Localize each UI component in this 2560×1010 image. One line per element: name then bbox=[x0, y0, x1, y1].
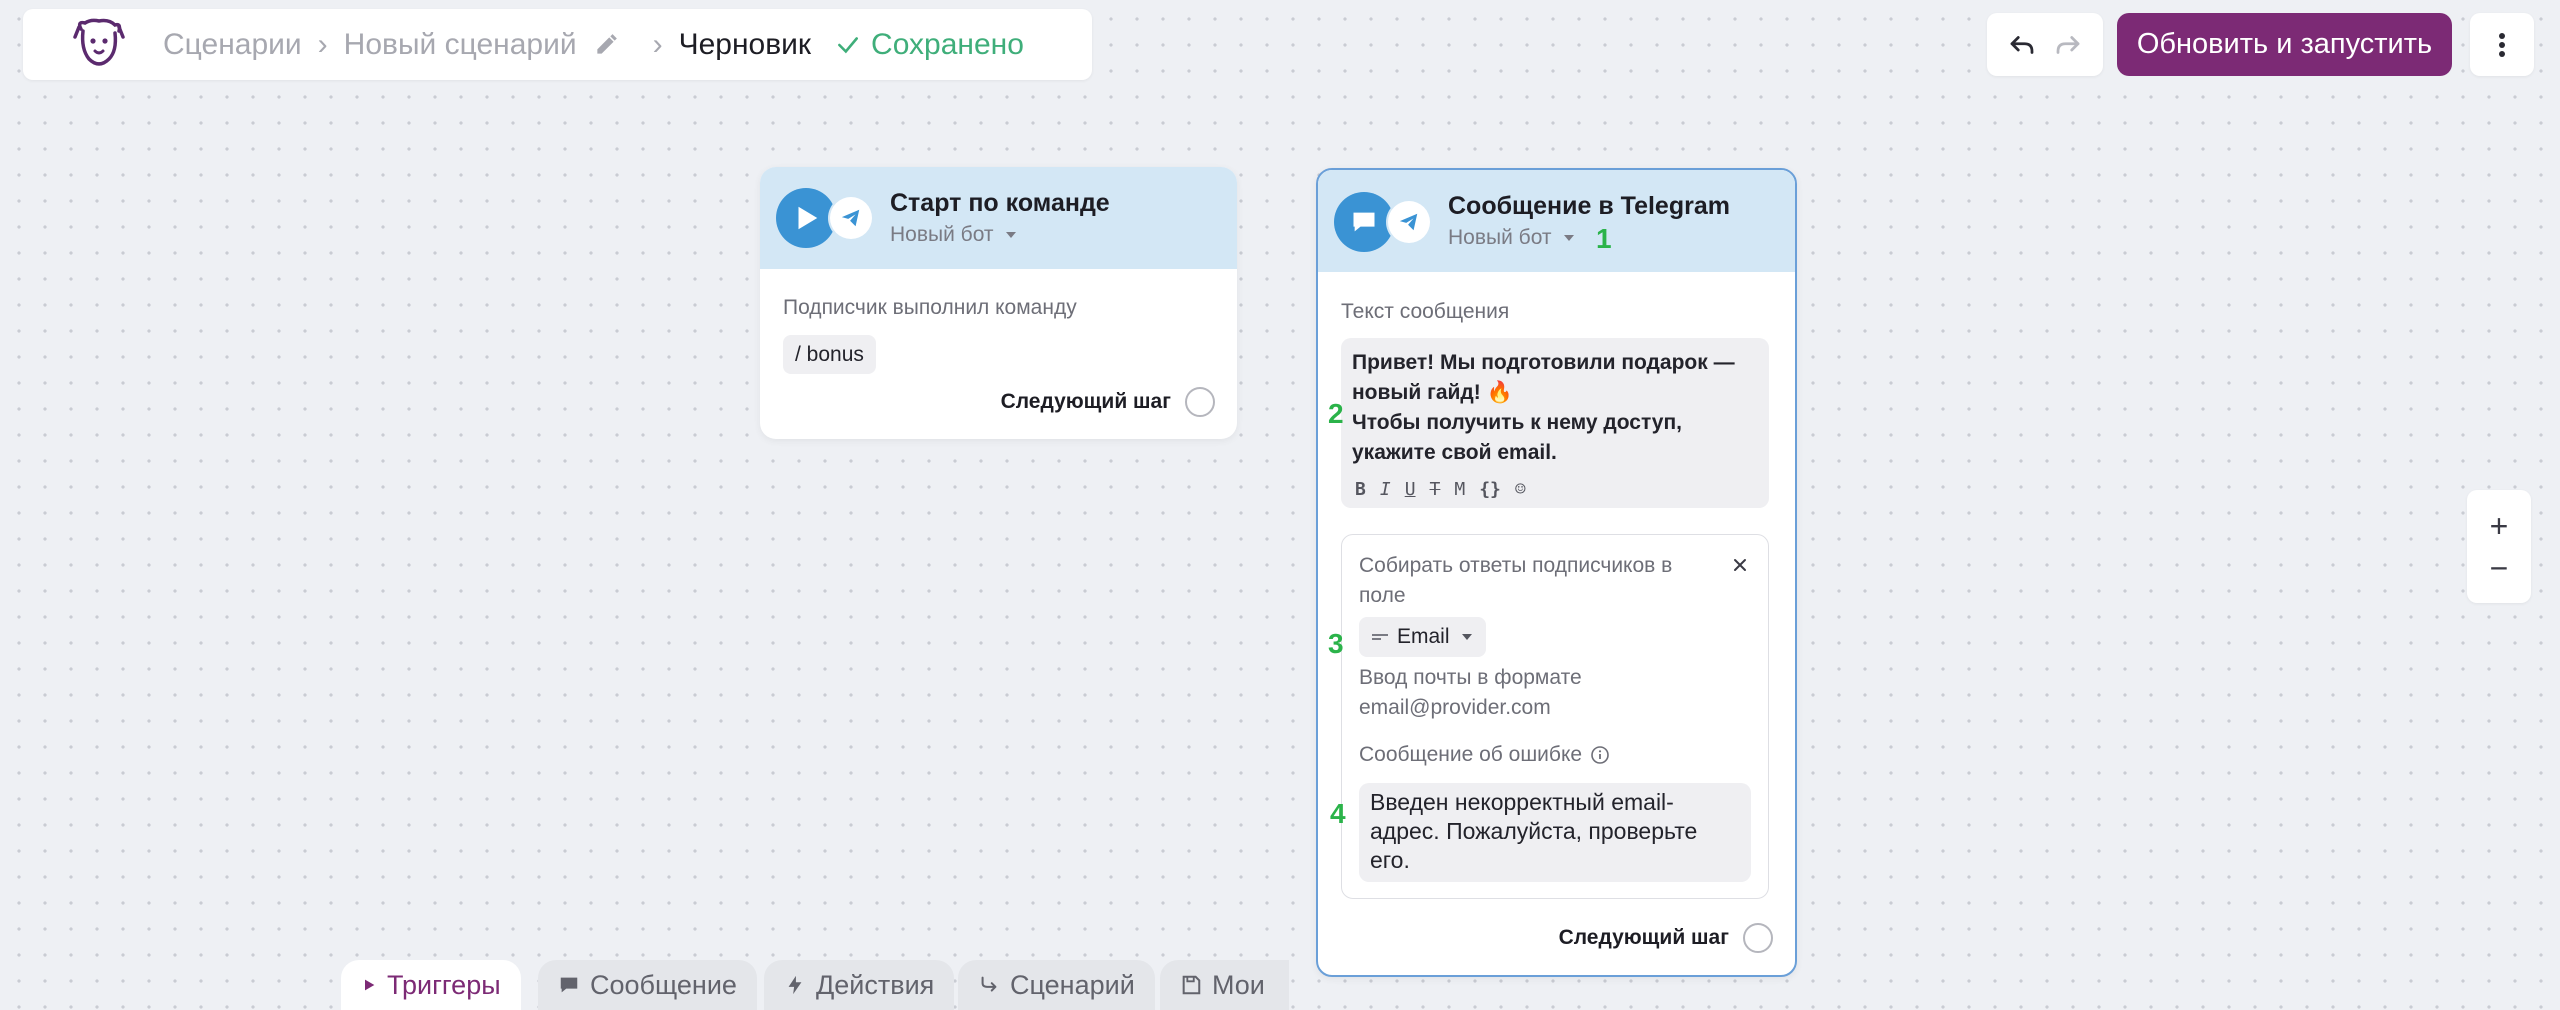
error-message-label: Сообщение об ошибке bbox=[1359, 743, 1610, 767]
collect-answers-label: Собирать ответы подписчиков в поле bbox=[1359, 551, 1672, 611]
message-text-line: Чтобы получить к нему доступ, bbox=[1352, 411, 1682, 434]
error-message-line: его. bbox=[1370, 847, 1410, 873]
monospace-button[interactable]: M bbox=[1454, 479, 1465, 500]
tab-label: Мои bbox=[1212, 969, 1265, 1000]
tab-actions[interactable]: Действия bbox=[764, 960, 955, 1010]
tab-label: Действия bbox=[816, 969, 935, 1000]
close-icon[interactable] bbox=[1732, 557, 1748, 573]
top-bar: Сценарии › Новый сценарий › Черновик Сох… bbox=[23, 9, 1092, 80]
variables-button[interactable]: {} bbox=[1479, 479, 1501, 500]
format-toolbar: B I U T M {} ☺ bbox=[1355, 479, 1526, 500]
tab-my[interactable]: Мои bbox=[1160, 960, 1289, 1010]
update-and-run-button[interactable]: Обновить и запустить bbox=[2117, 13, 2452, 76]
node-header: Старт по команде Новый бот bbox=[760, 167, 1237, 269]
bot-selector[interactable]: Новый бот bbox=[890, 223, 1016, 247]
check-icon bbox=[838, 36, 858, 53]
message-text-editor[interactable]: Привет! Мы подготовили подарок — новый г… bbox=[1341, 338, 1769, 508]
telegram-message-node[interactable]: Сообщение в Telegram Новый бот Текст соо… bbox=[1316, 168, 1797, 977]
breadcrumb-scenarios[interactable]: Сценарии bbox=[163, 28, 302, 62]
bot-selector[interactable]: Новый бот bbox=[1448, 226, 1574, 250]
tab-triggers[interactable]: Триггеры bbox=[341, 960, 521, 1010]
text-field-icon bbox=[1372, 634, 1388, 640]
annotation-1: 1 bbox=[1596, 223, 1612, 254]
tab-label: Сообщение bbox=[590, 969, 737, 1000]
command-chip[interactable]: / bonus bbox=[783, 335, 876, 374]
tab-label: Сценарий bbox=[1010, 969, 1135, 1000]
field-selector-label: Email bbox=[1397, 625, 1450, 648]
node-title: Сообщение в Telegram bbox=[1448, 192, 1730, 220]
next-step[interactable]: Следующий шаг bbox=[1001, 387, 1215, 417]
bold-button[interactable]: B bbox=[1355, 479, 1366, 500]
next-step[interactable]: Следующий шаг bbox=[1559, 923, 1773, 953]
breadcrumb-current: Черновик bbox=[678, 27, 812, 61]
chevron-right-icon: › bbox=[652, 27, 663, 61]
annotation-3: 3 bbox=[1328, 628, 1344, 659]
play-icon bbox=[776, 188, 836, 248]
next-step-label: Следующий шаг bbox=[1558, 926, 1729, 949]
chevron-right-icon: › bbox=[317, 27, 328, 61]
node-header: Сообщение в Telegram Новый бот bbox=[1318, 170, 1795, 272]
field-hint-line: Ввод почты в формате bbox=[1359, 666, 1582, 689]
strikethrough-button[interactable]: T bbox=[1430, 479, 1441, 500]
bot-selector-label: Новый бот bbox=[1448, 226, 1552, 249]
redo-icon[interactable] bbox=[2053, 30, 2083, 60]
message-text-line: Привет! Мы подготовили подарок — bbox=[1352, 351, 1735, 374]
info-icon[interactable] bbox=[1590, 745, 1610, 765]
chat-bubble-icon bbox=[1334, 192, 1394, 252]
caret-down-icon bbox=[1563, 235, 1574, 241]
zoom-out-button[interactable]: − bbox=[2490, 551, 2509, 585]
more-vertical-icon bbox=[2499, 32, 2505, 57]
underline-button[interactable]: U bbox=[1405, 479, 1416, 500]
bot-selector-label: Новый бот bbox=[890, 223, 994, 246]
logo-dog-icon[interactable] bbox=[69, 15, 129, 75]
error-message-line: Введен некорректный email- bbox=[1370, 789, 1674, 815]
branch-icon bbox=[981, 976, 997, 992]
saved-status-label: Сохранено bbox=[871, 27, 1024, 61]
start-command-node[interactable]: Старт по команде Новый бот Подписчик вып… bbox=[760, 167, 1237, 439]
telegram-icon bbox=[1388, 201, 1430, 243]
save-icon bbox=[1182, 975, 1201, 995]
tab-scenario[interactable]: Сценарий bbox=[958, 960, 1155, 1010]
collect-answers-line: Собирать ответы подписчиков в bbox=[1359, 554, 1673, 577]
undo-icon[interactable] bbox=[2007, 30, 2037, 60]
next-step-connector[interactable] bbox=[1743, 923, 1773, 953]
saved-status: Сохранено bbox=[835, 28, 1024, 62]
telegram-icon bbox=[830, 197, 872, 239]
trigger-description: Подписчик выполнил команду bbox=[783, 296, 1077, 319]
message-text-label: Текст сообщения bbox=[1341, 300, 1510, 323]
caret-down-icon bbox=[1005, 232, 1016, 238]
field-hint-line: email@provider.com bbox=[1359, 696, 1551, 719]
annotation-2: 2 bbox=[1328, 398, 1344, 429]
lightning-icon bbox=[788, 975, 802, 995]
breadcrumb-scenario-name[interactable]: Новый сценарий bbox=[344, 28, 577, 62]
field-selector[interactable]: Email bbox=[1359, 617, 1486, 657]
node-title: Старт по команде bbox=[890, 189, 1110, 217]
tab-label: Триггеры bbox=[387, 969, 501, 1000]
message-text-line: новый гайд! 🔥 bbox=[1352, 381, 1513, 404]
next-step-label: Следующий шаг bbox=[1000, 390, 1171, 413]
field-hint: Ввод почты в формате email@provider.com bbox=[1359, 663, 1582, 723]
more-menu-button[interactable] bbox=[2470, 13, 2534, 76]
collect-answers-line: поле bbox=[1359, 584, 1406, 607]
play-icon bbox=[365, 979, 375, 991]
history-controls bbox=[1987, 13, 2103, 76]
message-text-line: укажите свой email. bbox=[1352, 441, 1557, 464]
zoom-controls: + − bbox=[2467, 490, 2531, 603]
pencil-icon[interactable] bbox=[593, 32, 619, 58]
tab-message[interactable]: Сообщение bbox=[538, 960, 757, 1010]
chat-bubble-icon bbox=[560, 977, 578, 993]
caret-down-icon bbox=[1461, 634, 1472, 640]
zoom-in-button[interactable]: + bbox=[2490, 509, 2509, 543]
italic-button[interactable]: I bbox=[1380, 479, 1391, 500]
next-step-connector[interactable] bbox=[1185, 387, 1215, 417]
collect-answers-block: Собирать ответы подписчиков в поле Email… bbox=[1341, 534, 1769, 899]
error-message-line: адрес. Пожалуйста, проверьте bbox=[1370, 818, 1698, 844]
error-message-input[interactable]: Введен некорректный email- адрес. Пожалу… bbox=[1359, 783, 1751, 882]
annotation-4: 4 bbox=[1330, 798, 1346, 829]
error-message-label-text: Сообщение об ошибке bbox=[1359, 743, 1583, 766]
emoji-button[interactable]: ☺ bbox=[1515, 479, 1526, 500]
